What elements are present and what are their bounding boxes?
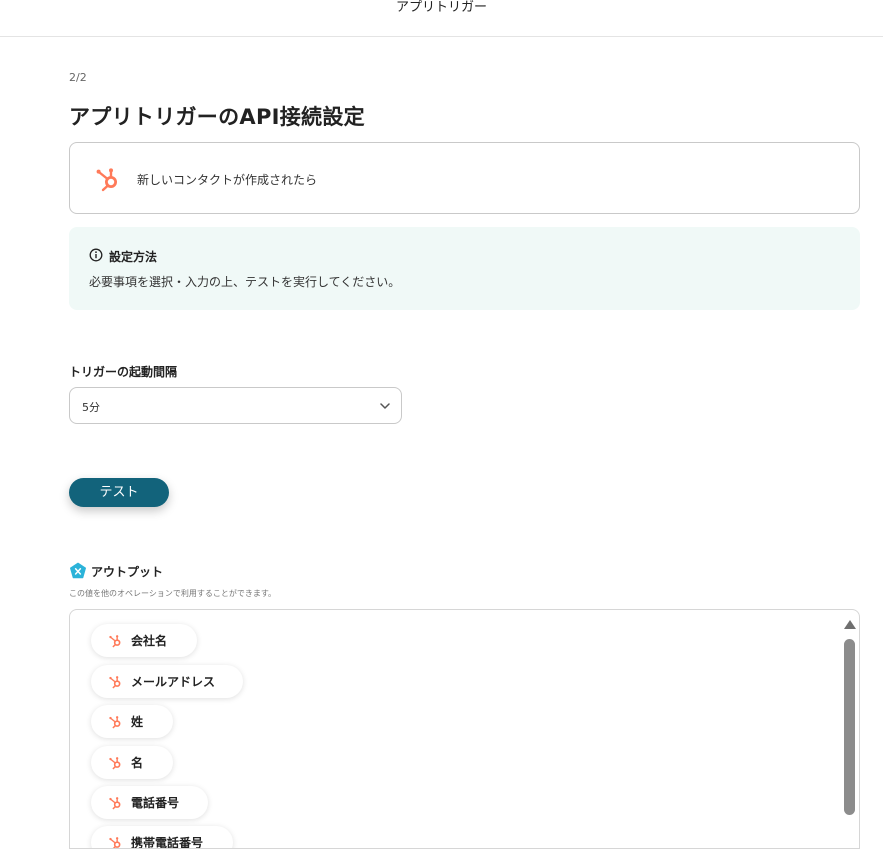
interval-value: 5分 (82, 401, 100, 414)
output-description: この値を他のオペレーションで利用することができます。 (69, 589, 277, 598)
test-button[interactable]: テスト (69, 478, 169, 507)
output-item-label: 姓 (131, 715, 144, 729)
window-title: アプリトリガー (395, 0, 487, 15)
info-icon (89, 248, 103, 262)
output-list: 会社名 メールアドレス 姓 名 電話番号 携帯電話番号 (69, 609, 860, 849)
setup-info-box: 設定方法 必要事項を選択・入力の上、テストを実行してください。 (69, 227, 860, 310)
trigger-app-card: 新しいコンタクトが作成されたら (69, 142, 860, 214)
step-indicator: 2/2 (69, 71, 87, 84)
hubspot-icon (109, 757, 121, 770)
hubspot-icon (109, 716, 121, 729)
trigger-label: 新しいコンタクトが作成されたら (137, 173, 318, 187)
output-item-label: メールアドレス (131, 675, 216, 689)
hubspot-icon (109, 676, 121, 689)
output-item-phone[interactable]: 電話番号 (91, 786, 208, 819)
output-badge-icon (70, 562, 86, 579)
output-item-company[interactable]: 会社名 (91, 624, 197, 657)
output-item-label: 名 (131, 756, 144, 770)
output-item-last-name[interactable]: 姓 (91, 705, 173, 738)
info-title: 設定方法 (109, 250, 158, 264)
output-item-label: 携帯電話番号 (131, 836, 204, 849)
output-title: アウトプット (91, 565, 164, 579)
output-item-email[interactable]: メールアドレス (91, 665, 243, 698)
hubspot-icon (109, 635, 121, 648)
interval-label: トリガーの起動間隔 (69, 365, 178, 379)
hubspot-logo-icon (96, 168, 117, 192)
output-item-first-name[interactable]: 名 (91, 746, 173, 779)
info-body: 必要事項を選択・入力の上、テストを実行してください。 (89, 275, 401, 289)
scroll-up-arrow-icon[interactable] (843, 619, 857, 631)
top-bar: アプリトリガー (0, 0, 883, 37)
page-title: アプリトリガーのAPI接続設定 (69, 105, 365, 129)
hubspot-icon (109, 797, 121, 810)
chevron-down-icon (380, 403, 390, 409)
output-item-label: 会社名 (131, 634, 168, 648)
scrollbar-thumb[interactable] (844, 639, 855, 815)
interval-select[interactable]: 5分 (69, 387, 402, 424)
output-item-label: 電話番号 (131, 796, 180, 810)
